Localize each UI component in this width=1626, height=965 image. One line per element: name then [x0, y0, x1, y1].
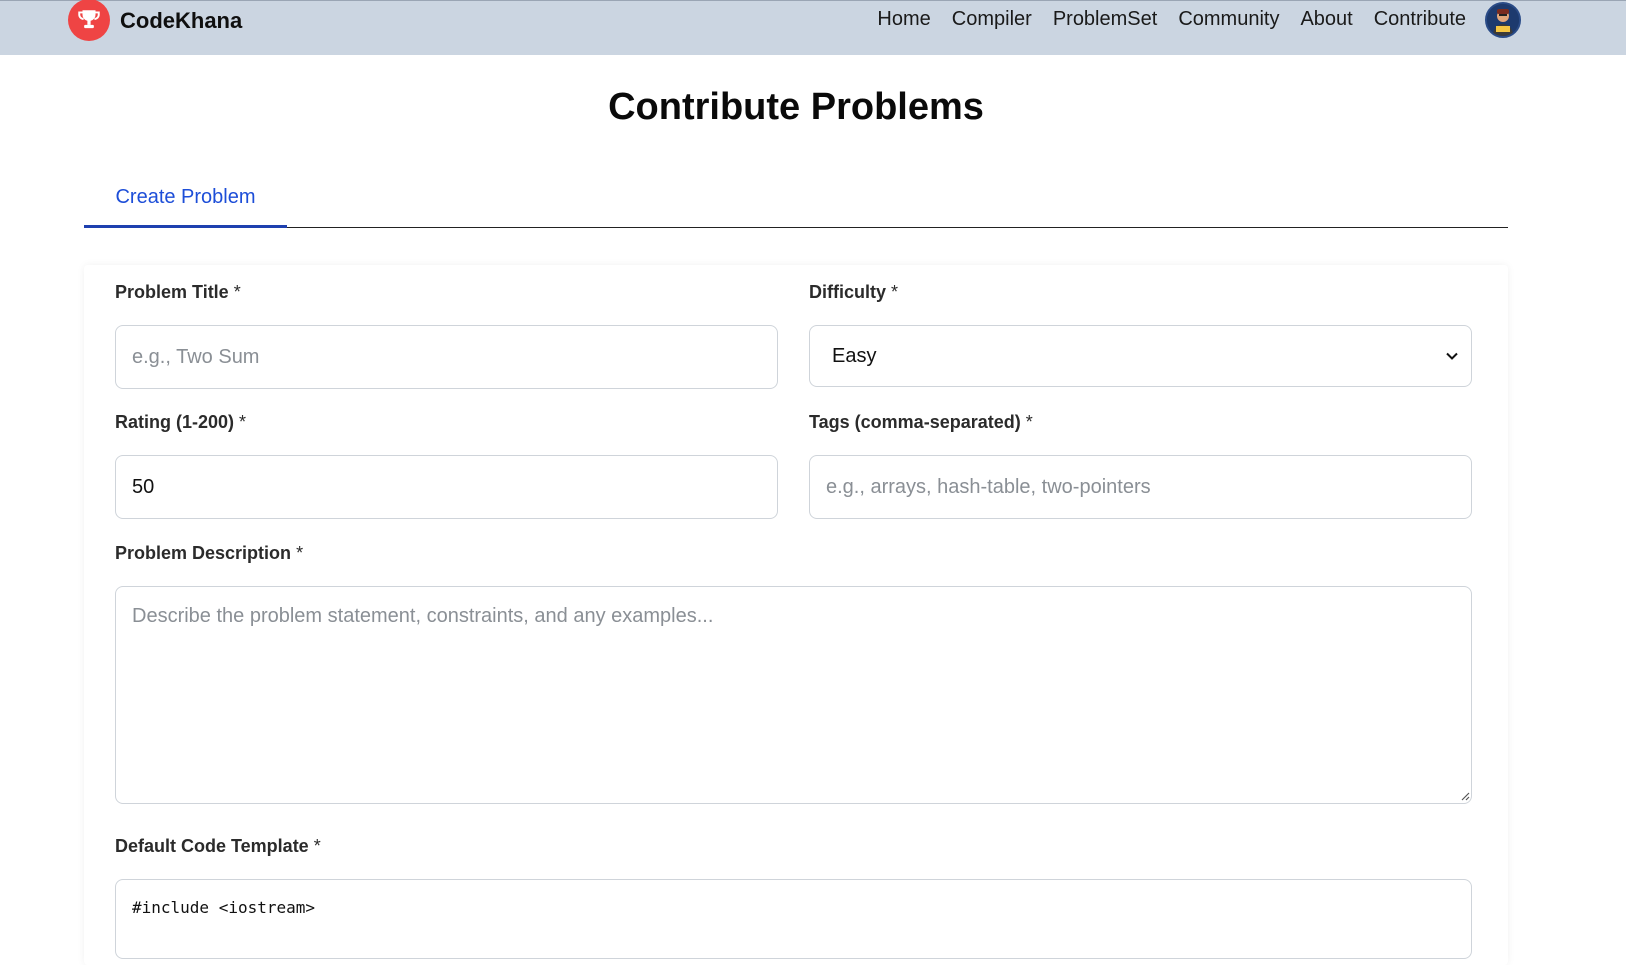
required-marker: *: [313, 836, 321, 856]
nav-link-home[interactable]: Home: [877, 8, 930, 31]
required-marker: *: [233, 282, 241, 302]
user-avatar-icon[interactable]: [1485, 2, 1521, 38]
rating-label-text: Rating (1-200): [115, 412, 235, 432]
difficulty-label-text: Difficulty: [809, 282, 887, 302]
required-marker: *: [1025, 412, 1033, 432]
required-marker: *: [891, 282, 899, 302]
chevron-down-icon: [1446, 352, 1458, 360]
navbar: CodeKhana Home Compiler ProblemSet Commu…: [0, 0, 1626, 55]
nav-link-contribute[interactable]: Contribute: [1374, 8, 1466, 31]
tags-label: Tags (comma-separated) *: [809, 412, 1033, 433]
problem-form: Problem Title * Difficulty * Easy Rating…: [84, 265, 1508, 965]
brand-name: CodeKhana: [120, 8, 243, 33]
rating-label: Rating (1-200) *: [115, 412, 246, 433]
nav-link-compiler[interactable]: Compiler: [952, 8, 1032, 31]
code-template-label: Default Code Template *: [115, 836, 321, 857]
nav-links: Home Compiler ProblemSet Community About…: [877, 3, 1466, 35]
code-line: #include <iostream>: [132, 898, 316, 917]
resize-grip-icon[interactable]: [1458, 789, 1470, 801]
difficulty-selected-value: Easy: [832, 344, 877, 367]
difficulty-select[interactable]: Easy: [809, 325, 1472, 387]
brand[interactable]: CodeKhana: [68, 0, 243, 41]
description-label: Problem Description *: [115, 543, 303, 564]
tab-create-problem[interactable]: Create Problem: [84, 170, 287, 228]
code-template-label-text: Default Code Template: [115, 836, 309, 856]
difficulty-label: Difficulty *: [809, 282, 898, 303]
trophy-icon: [68, 0, 110, 41]
code-template-editor[interactable]: #include <iostream>: [115, 879, 1472, 959]
required-marker: *: [239, 412, 247, 432]
tab-bar: Create Problem: [84, 170, 1508, 228]
tags-label-text: Tags (comma-separated): [809, 412, 1021, 432]
description-label-text: Problem Description: [115, 543, 292, 563]
problem-title-label: Problem Title *: [115, 282, 241, 303]
nav-link-about[interactable]: About: [1300, 8, 1352, 31]
nav-link-community[interactable]: Community: [1178, 8, 1279, 31]
problem-title-input[interactable]: [115, 325, 778, 389]
nav-link-problemset[interactable]: ProblemSet: [1053, 8, 1158, 31]
tags-input[interactable]: [809, 455, 1472, 519]
problem-title-label-text: Problem Title: [115, 282, 229, 302]
required-marker: *: [296, 543, 304, 563]
rating-input[interactable]: [115, 455, 778, 519]
problem-description-textarea[interactable]: [115, 586, 1472, 804]
page-title: Contribute Problems: [608, 86, 984, 128]
